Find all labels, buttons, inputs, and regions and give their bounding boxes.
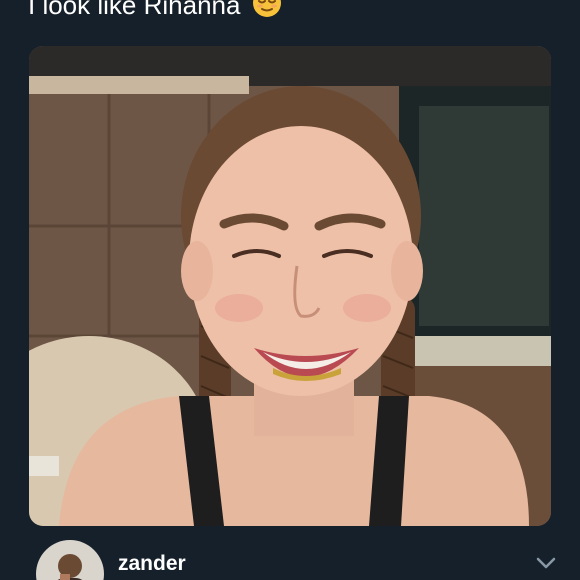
tweet-photo[interactable] [29, 46, 551, 526]
relieved-face-icon [252, 0, 282, 18]
user-row: zander [0, 530, 580, 580]
avatar-icon [36, 540, 104, 580]
tweet-text-label: I look like Rihanna [28, 0, 241, 20]
avatar[interactable] [36, 540, 104, 580]
username[interactable]: zander [118, 552, 186, 576]
chevron-down-icon[interactable] [536, 556, 556, 570]
photo-of-smiling-woman-icon [29, 46, 551, 526]
tweet-text: I look like Rihanna [28, 0, 282, 21]
